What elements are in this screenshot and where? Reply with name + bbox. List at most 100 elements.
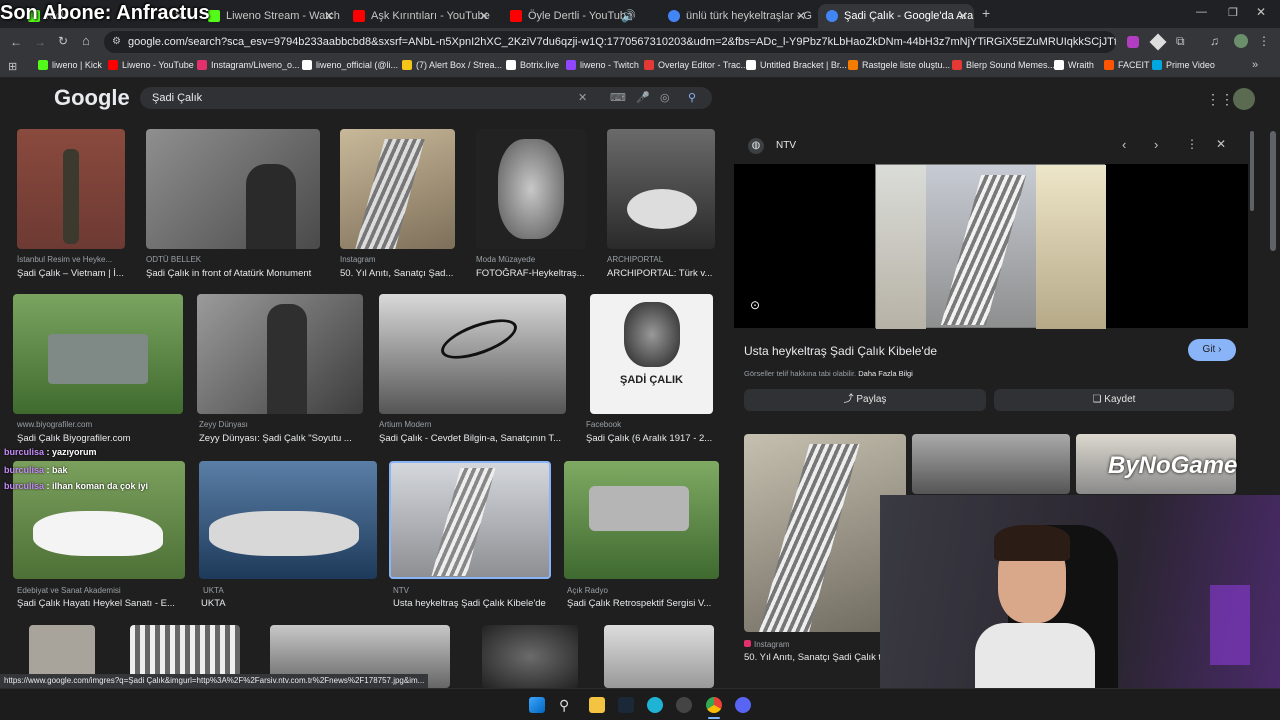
extension-icon[interactable] [1127,36,1139,48]
result-title[interactable]: Usta heykeltraş Şadi Çalık Kibele'de [393,598,553,609]
lens-icon[interactable]: ◎ [660,87,670,109]
bookmark-item[interactable]: Liweno - YouTube [108,60,194,70]
steam-icon[interactable] [618,697,634,713]
result-image[interactable] [13,461,185,579]
result-image[interactable] [379,294,566,414]
reload-icon[interactable]: ↻ [58,34,68,48]
related-image[interactable] [912,434,1070,494]
bookmark-item[interactable]: Botrix.live [506,60,559,70]
result-image[interactable] [340,129,455,249]
bookmark-item[interactable]: Rastgele liste oluştu... [848,60,950,70]
file-explorer-icon[interactable] [589,697,605,713]
address-bar[interactable]: ⚙ google.com/search?sca_esv=9794b233aabb… [104,31,1116,53]
result-image[interactable] [199,461,377,579]
apps-grid-icon[interactable]: ⊞ [8,60,17,73]
result-image[interactable] [197,294,363,414]
chrome-icon[interactable] [706,697,722,713]
menu-icon[interactable]: ⋮ [1258,34,1270,48]
go-button[interactable]: Git › [1188,339,1236,361]
bookmark-item[interactable]: liweno - Twitch [566,60,639,70]
page-scrollbar[interactable] [1270,131,1276,251]
window-close-button[interactable]: ✕ [1256,5,1266,19]
keyboard-icon[interactable]: ⌨ [610,87,626,109]
result-title[interactable]: Şadi Çalık Biyografiler.com [17,433,183,444]
result-title[interactable]: Şadi Çalık – Vietnam | İ... [17,268,127,279]
speaker-icon[interactable]: 🔊 [621,9,636,23]
back-icon[interactable]: ← [10,35,22,49]
result-title[interactable]: Şadi Çalık Hayatı Heykel Sanatı - E... [17,598,187,609]
google-logo[interactable]: Google [54,85,130,111]
discord-icon[interactable] [735,697,751,713]
result-title[interactable]: Şadi Çalık Retrospektif Sergisi V... [567,598,717,609]
edge-icon[interactable] [647,697,663,713]
bookmark-item[interactable]: FACEIT [1104,60,1150,70]
bookmark-item[interactable]: Wraith [1054,60,1094,70]
result-image-selected[interactable] [389,461,551,579]
chevron-right-icon[interactable]: › [1154,137,1158,152]
tab-ask-kirintilari[interactable]: Aşk Kırıntıları - YouTube ✕ [345,4,495,28]
result-image[interactable] [17,129,125,249]
search-icon[interactable]: ⚲ [559,697,575,713]
apps-grid-icon[interactable]: ⋮⋮ [1206,91,1234,108]
chevron-right-icon[interactable]: » [1252,59,1258,71]
home-icon[interactable]: ⌂ [82,33,90,48]
result-title[interactable]: Şadi Çalık in front of Atatürk Monument [146,268,326,279]
preview-source[interactable]: NTV [776,140,796,151]
minimize-button[interactable]: — [1196,6,1207,18]
more-options-icon[interactable]: ⋮ [1186,137,1198,151]
site-info-icon[interactable]: ⚙ [112,31,121,53]
extension-icon[interactable] [1149,33,1167,51]
bookmark-item[interactable]: liweno_official (@li... [302,60,398,70]
account-avatar[interactable] [1233,88,1255,110]
result-title[interactable]: Şadi Çalık - Cevdet Bilgin-a, Sanatçının… [379,433,569,444]
result-image[interactable] [476,129,586,249]
result-title[interactable]: 50. Yıl Anıtı, Sanatçı Şad... [340,268,458,279]
bookmark-item[interactable]: liweno | Kick [38,60,102,70]
preview-title[interactable]: Usta heykeltraş Şadi Çalık Kibele'de [744,344,937,358]
result-title[interactable]: Zeyy Dünyası: Şadi Çalık "Soyutu ... [199,433,369,444]
tab-sadi-calik[interactable]: Şadi Çalık - Google'da Ara ✕ [818,4,974,28]
result-title[interactable]: UKTA [201,598,371,609]
result-image[interactable] [604,625,714,688]
close-icon[interactable]: ✕ [479,9,489,23]
extensions-puzzle-icon[interactable]: ⧉ [1176,34,1185,49]
new-tab-button[interactable]: + [982,5,990,21]
forward-icon[interactable]: → [34,35,46,49]
related-title[interactable]: 50. Yıl Anıtı, Sanatçı Şadi Çalık t [744,652,884,663]
close-icon[interactable]: ✕ [958,9,968,23]
save-button[interactable]: ❏ Kaydet [994,389,1234,411]
result-image[interactable] [482,625,578,688]
result-image[interactable] [13,294,183,414]
result-title[interactable]: ARCHIPORTAL: Türk v... [607,268,717,279]
share-button[interactable]: ⤴ Paylaş [744,389,986,411]
tab-oyle-dertli[interactable]: Öyle Dertli - YouTube 🔊 [502,4,642,28]
result-image[interactable] [146,129,320,249]
panel-scrollbar[interactable] [1250,131,1254,211]
result-image[interactable] [607,129,715,249]
bookmark-item[interactable]: Blerp Sound Memes... [952,60,1055,70]
tab-unlu-turk[interactable]: ünlü türk heykeltraşlar - Google✕ [660,4,812,28]
lens-icon[interactable]: ⊙ [750,298,760,312]
microphone-icon[interactable]: 🎤 [636,87,650,109]
result-image[interactable] [564,461,719,579]
close-icon[interactable]: ✕ [796,9,806,23]
bookmark-item[interactable]: Untitled Bracket | Br... [746,60,847,70]
preview-image[interactable] [875,164,1106,329]
close-icon[interactable]: ✕ [324,9,334,23]
media-control-icon[interactable]: ♫ [1210,34,1219,48]
bookmark-item[interactable]: Instagram/Liweno_o... [197,60,300,70]
bookmark-item[interactable]: Overlay Editor - Trac... [644,60,748,70]
clear-icon[interactable]: ✕ [578,87,587,109]
profile-avatar[interactable] [1234,34,1248,48]
maximize-button[interactable]: ❐ [1228,6,1238,19]
result-title[interactable]: Şadi Çalık (6 Aralık 1917 - 2... [586,433,714,444]
app-icon[interactable] [676,697,692,713]
result-image[interactable]: ŞADİ ÇALIK [590,294,713,414]
close-icon[interactable]: ✕ [1216,137,1226,151]
bookmark-item[interactable]: (7) Alert Box / Strea... [402,60,502,70]
tab-liweno-stream[interactable]: Liweno Stream - Watch Live on✕ [200,4,340,28]
search-icon[interactable]: ⚲ [688,87,696,109]
search-input[interactable]: Şadi Çalık ✕ ⌨ 🎤 ◎ ⚲ [140,87,712,109]
chevron-left-icon[interactable]: ‹ [1122,137,1126,152]
result-title[interactable]: FOTOĞRAF-Heykeltraş... [476,268,588,279]
